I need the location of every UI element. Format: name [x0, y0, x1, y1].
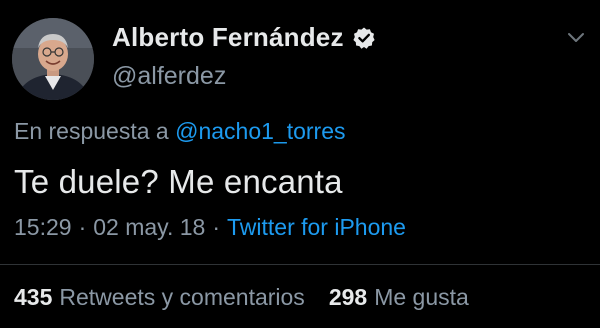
tweet-card: Alberto Fernández @alferdez En respuesta…	[0, 0, 600, 328]
tweet-text: Te duele? Me encanta	[14, 163, 343, 200]
avatar[interactable]	[12, 18, 94, 100]
author-handle[interactable]: @alferdez	[112, 62, 226, 91]
stats-spacer	[312, 284, 322, 311]
divider	[0, 264, 600, 265]
meta-separator: ·	[78, 214, 87, 240]
chevron-down-icon[interactable]	[566, 30, 586, 46]
tweet-meta: 15:29 · 02 may. 18 · Twitter for iPhone	[14, 214, 406, 241]
likes-count[interactable]: 298	[329, 284, 367, 311]
reply-context: En respuesta a @nacho1_torres	[14, 118, 346, 145]
tweet-date[interactable]: 02 may. 18	[93, 214, 205, 241]
verified-badge-icon	[352, 26, 376, 50]
reply-prefix: En respuesta a	[14, 118, 169, 144]
reply-mention-link[interactable]: @nacho1_torres	[175, 118, 345, 144]
author-display-name[interactable]: Alberto Fernández	[112, 22, 344, 53]
author-name-row: Alberto Fernández	[112, 22, 376, 53]
tweet-stats: 435 Retweets y comentarios 298 Me gusta	[14, 284, 469, 311]
retweets-count[interactable]: 435	[14, 284, 52, 311]
likes-label[interactable]: Me gusta	[374, 284, 469, 311]
retweets-label[interactable]: Retweets y comentarios	[59, 284, 304, 311]
meta-separator: ·	[212, 214, 220, 240]
tweet-source-link[interactable]: Twitter for iPhone	[227, 214, 406, 241]
tweet-time[interactable]: 15:29	[14, 214, 72, 241]
profile-photo-icon	[12, 18, 94, 100]
